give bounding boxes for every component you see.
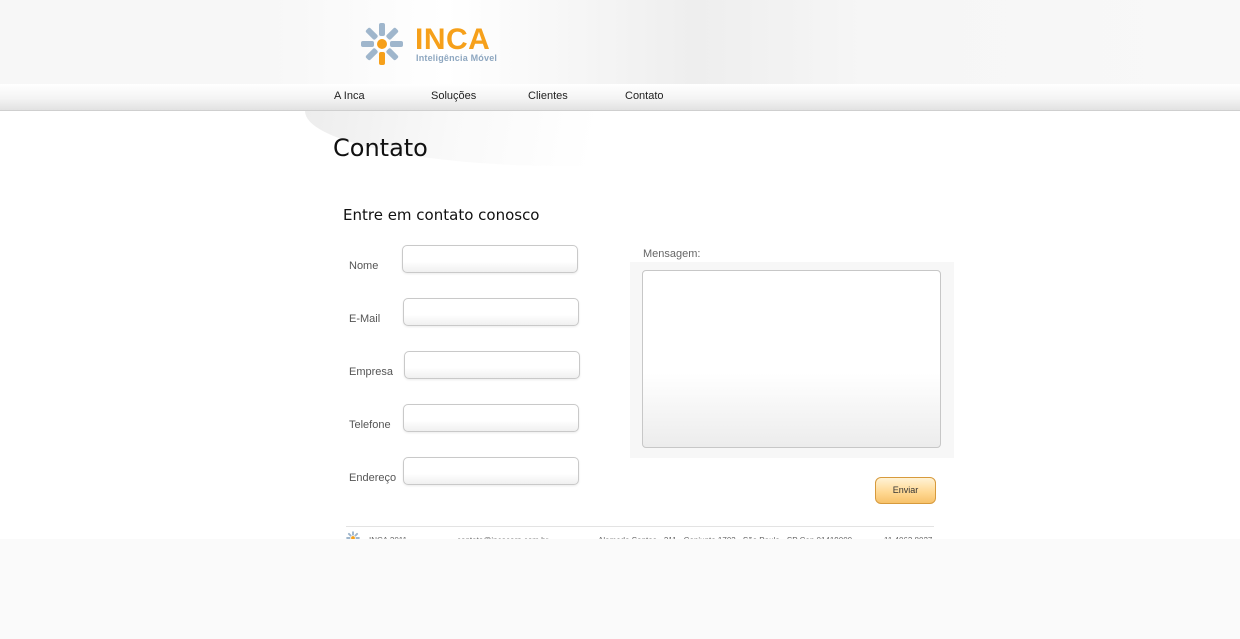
- footer-divider: [346, 526, 934, 527]
- company-label: Empresa: [349, 366, 394, 378]
- phone-field[interactable]: [403, 404, 579, 432]
- send-button[interactable]: Enviar: [875, 477, 936, 504]
- message-label: Mensagem:: [643, 248, 701, 260]
- address-label: Endereço: [349, 472, 397, 484]
- email-field[interactable]: [403, 298, 579, 326]
- phone-label: Telefone: [349, 419, 391, 431]
- page-bottom: [0, 539, 1240, 639]
- name-field[interactable]: [402, 245, 578, 273]
- inca-logo-icon: [361, 23, 403, 65]
- address-field[interactable]: [403, 457, 579, 485]
- form-title: Entre em contato conosco: [343, 206, 540, 224]
- nav-item-clientes[interactable]: Clientes: [528, 90, 568, 102]
- site-header: INCA Inteligência Móvel: [0, 0, 1240, 85]
- inca-logo[interactable]: INCA Inteligência Móvel: [360, 22, 497, 68]
- brand-name: INCA: [415, 23, 491, 56]
- nav-item-solucoes[interactable]: Soluções: [431, 90, 476, 102]
- content-area: [0, 111, 1240, 539]
- nav-item-contato[interactable]: Contato: [625, 90, 664, 102]
- company-field[interactable]: [404, 351, 580, 379]
- brand-tagline: Inteligência Móvel: [416, 53, 498, 63]
- email-label: E-Mail: [349, 313, 381, 325]
- message-textarea[interactable]: [642, 270, 941, 448]
- page-title: Contato: [333, 134, 428, 162]
- nav-item-a-inca[interactable]: A Inca: [334, 90, 365, 102]
- main-nav: A Inca Soluções Clientes Contato: [0, 84, 1240, 111]
- name-label: Nome: [349, 260, 379, 272]
